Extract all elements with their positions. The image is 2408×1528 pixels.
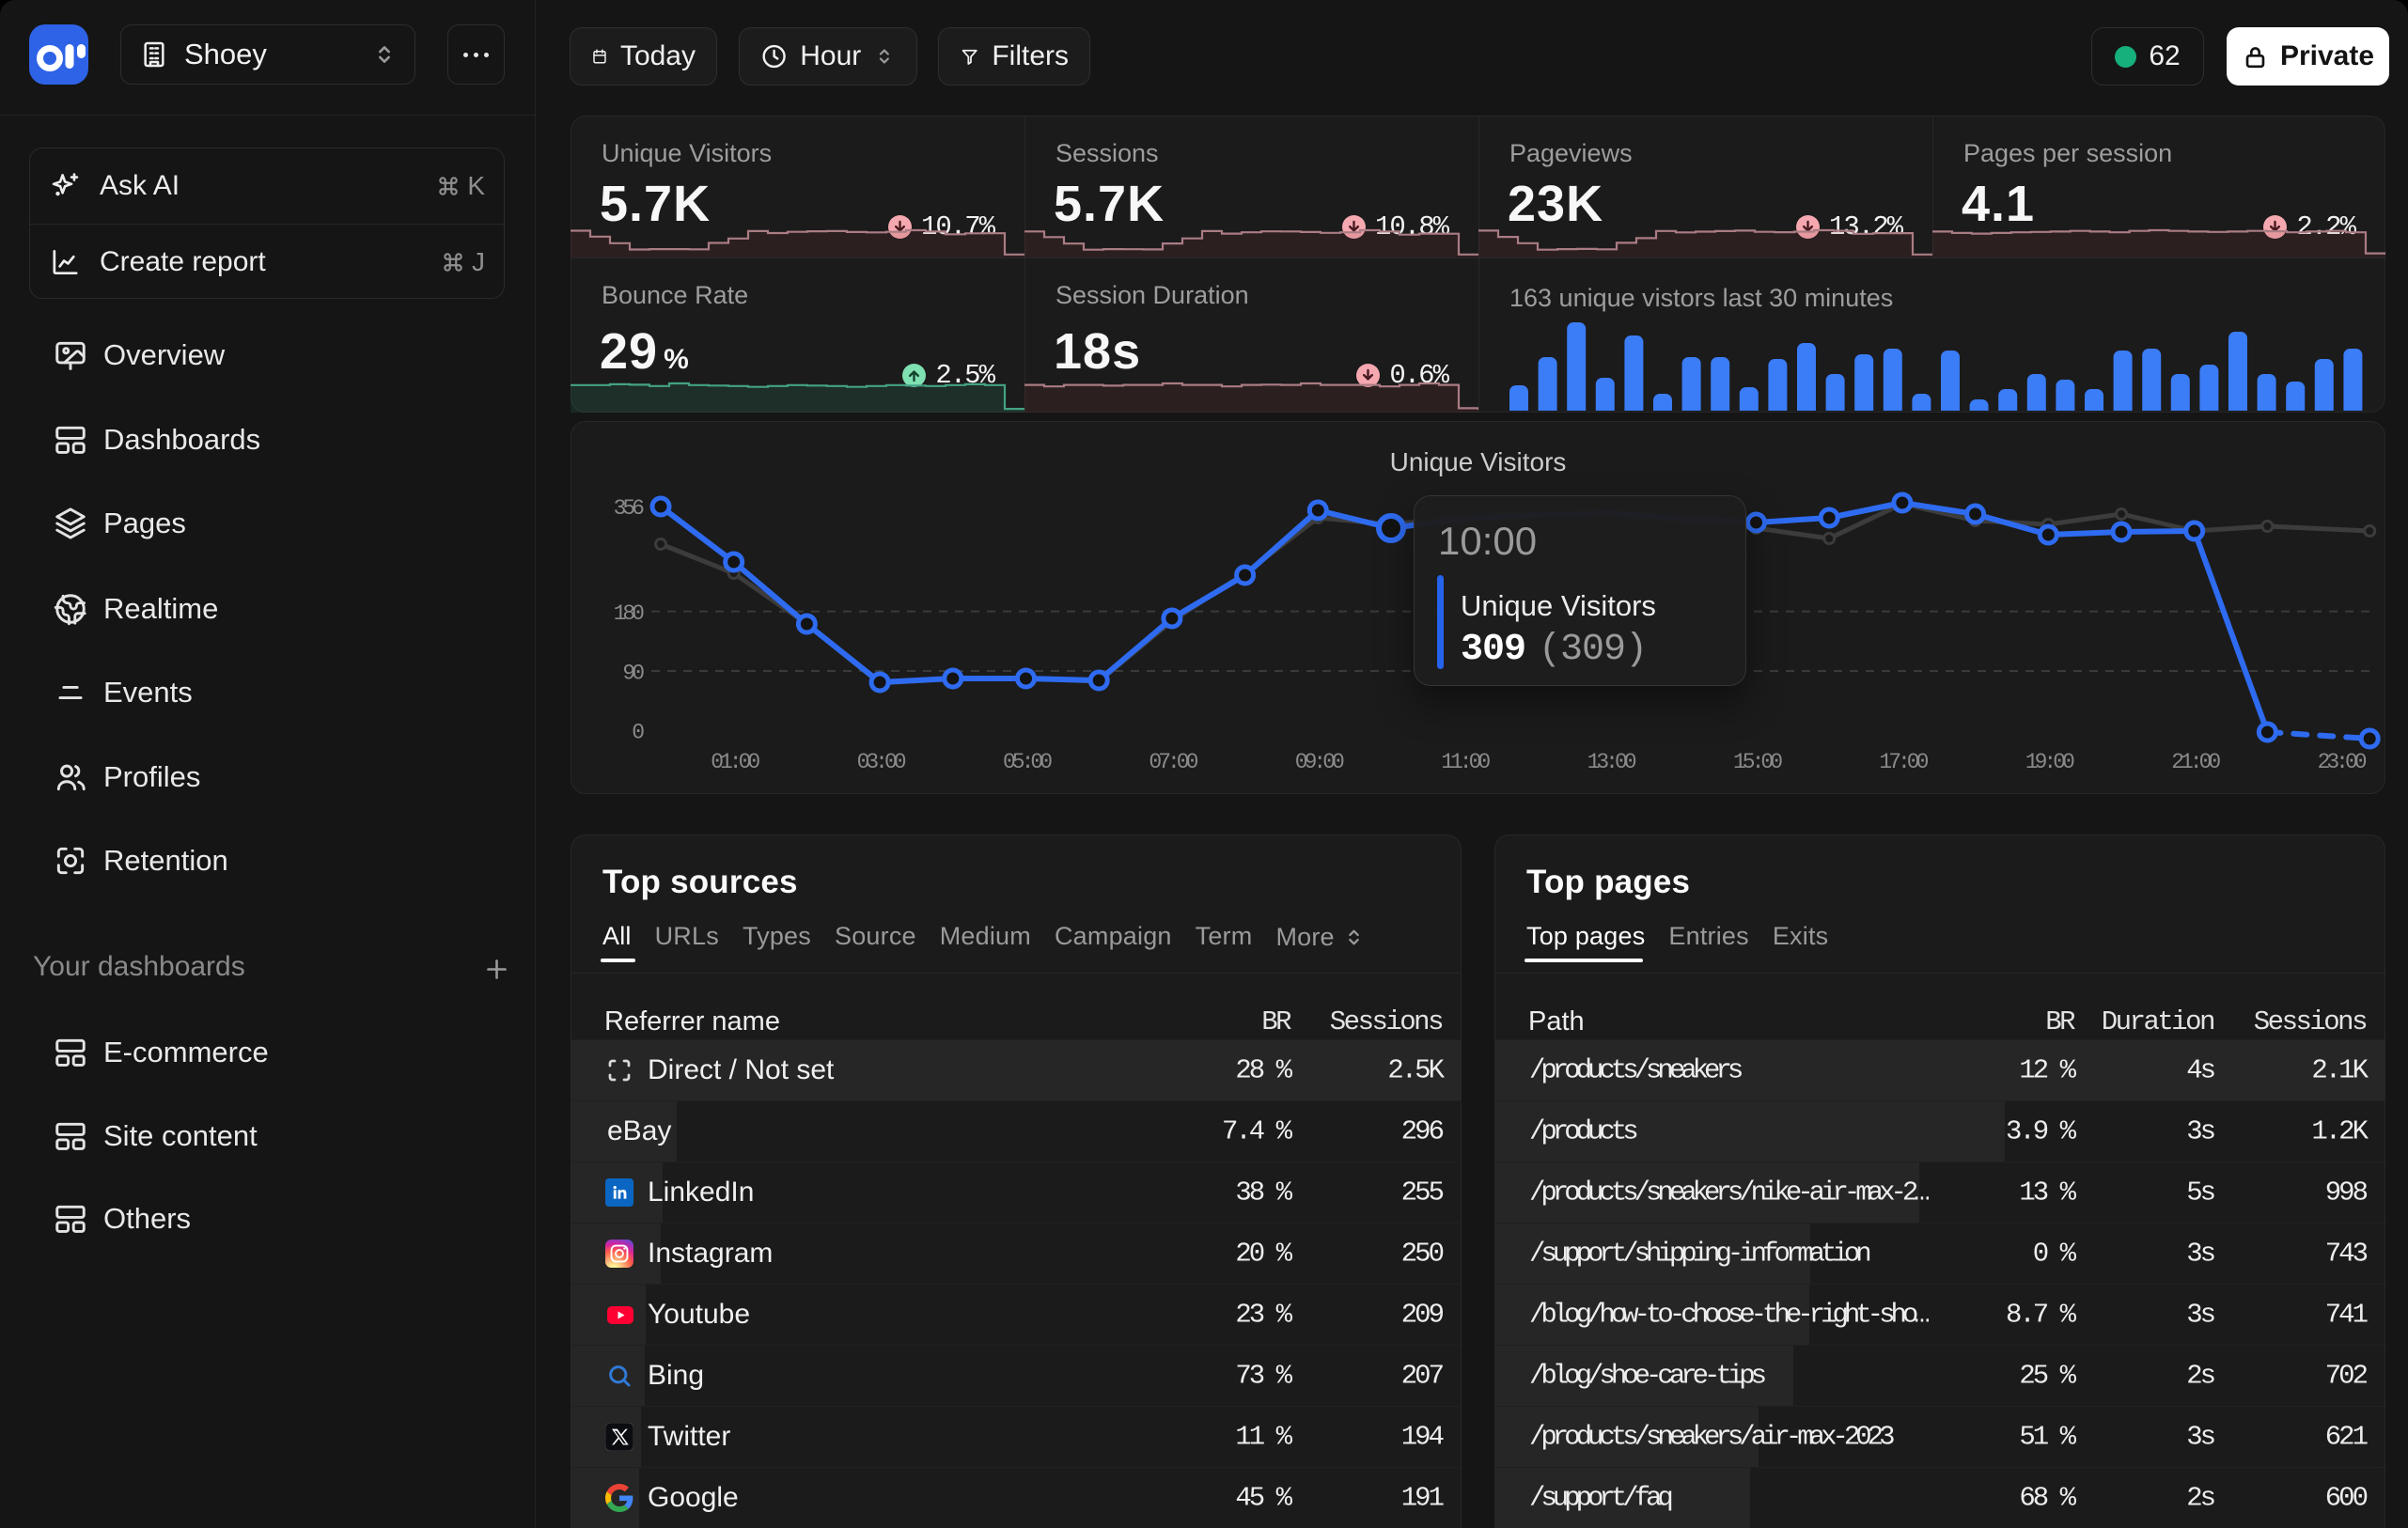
svg-text:21:00: 21:00 <box>2171 750 2220 774</box>
svg-text:19:00: 19:00 <box>2025 750 2074 774</box>
svg-text:180: 180 <box>614 601 645 626</box>
svg-text:09:00: 09:00 <box>1295 750 1344 774</box>
svg-text:17:00: 17:00 <box>1879 750 1928 774</box>
svg-text:23:00: 23:00 <box>2318 750 2367 774</box>
svg-text:11:00: 11:00 <box>1441 750 1490 774</box>
svg-text:03:00: 03:00 <box>857 750 906 774</box>
svg-text:01:00: 01:00 <box>711 750 759 774</box>
svg-text:13:00: 13:00 <box>1587 750 1636 774</box>
svg-text:05:00: 05:00 <box>1003 750 1052 774</box>
svg-text:90: 90 <box>622 662 644 686</box>
svg-text:356: 356 <box>614 496 645 521</box>
svg-text:0: 0 <box>632 721 644 745</box>
svg-text:07:00: 07:00 <box>1149 750 1197 774</box>
svg-text:15:00: 15:00 <box>1733 750 1782 774</box>
